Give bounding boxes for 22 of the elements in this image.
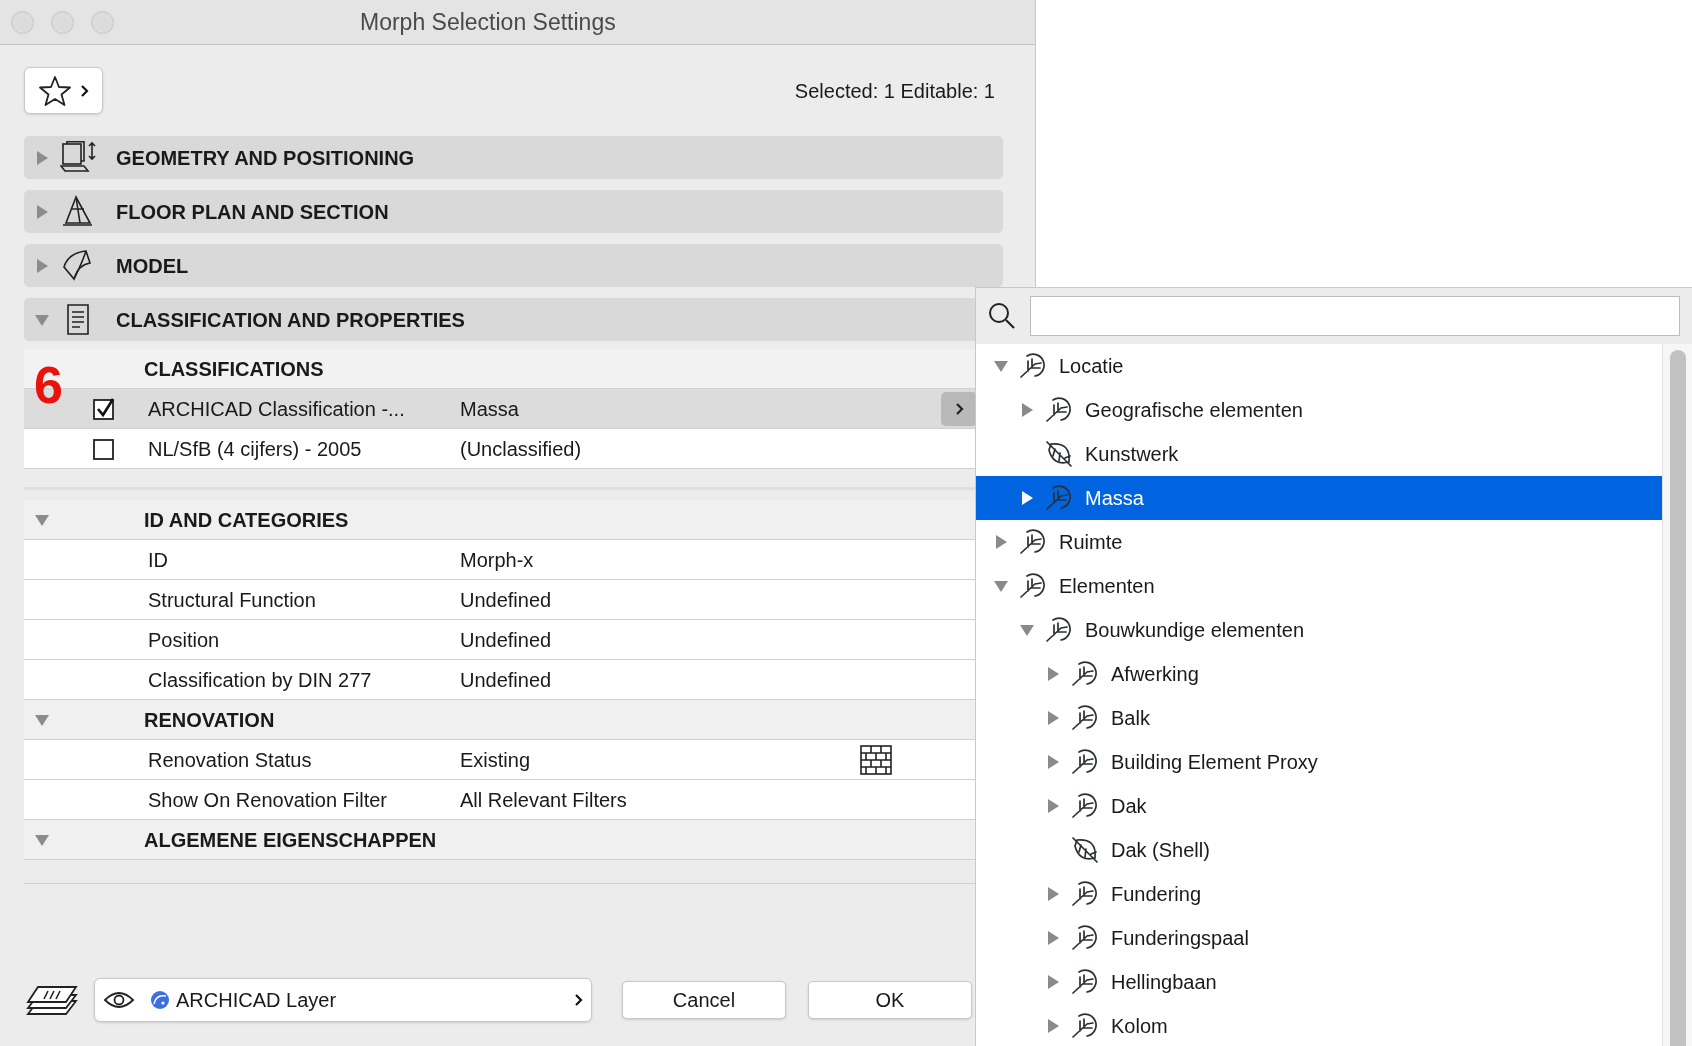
property-value: Undefined [460,667,552,693]
property-value: Undefined [460,587,552,613]
property-name: Show On Renovation Filter [148,787,388,813]
property-value: Existing [460,747,531,773]
property-name: Position [148,627,221,653]
property-value: Undefined [460,627,552,653]
property-name: Classification by DIN 277 [148,667,373,693]
window-title: Morph Selection Settings [360,7,616,37]
section-title: ID AND CATEGORIES [144,507,349,533]
property-value: All Relevant Filters [460,787,627,813]
selection-info: Selected: 1 Editable: 1 [794,78,995,104]
section-title: RENOVATION [144,707,275,733]
classification-system: ARCHICAD Classification -... [148,396,406,422]
property-name: Structural Function [148,587,317,613]
classification-system: NL/SfB (4 cijfers) - 2005 [148,436,363,462]
section-title: ALGEMENE EIGENSCHAPPEN [144,827,437,853]
section-title: CLASSIFICATIONS [144,356,324,382]
classification-value: Massa [460,396,519,422]
property-name: Renovation Status [148,747,313,773]
property-value: Morph-x [460,547,534,573]
property-name: ID [148,547,169,573]
classification-value: (Unclassified) [460,436,582,462]
